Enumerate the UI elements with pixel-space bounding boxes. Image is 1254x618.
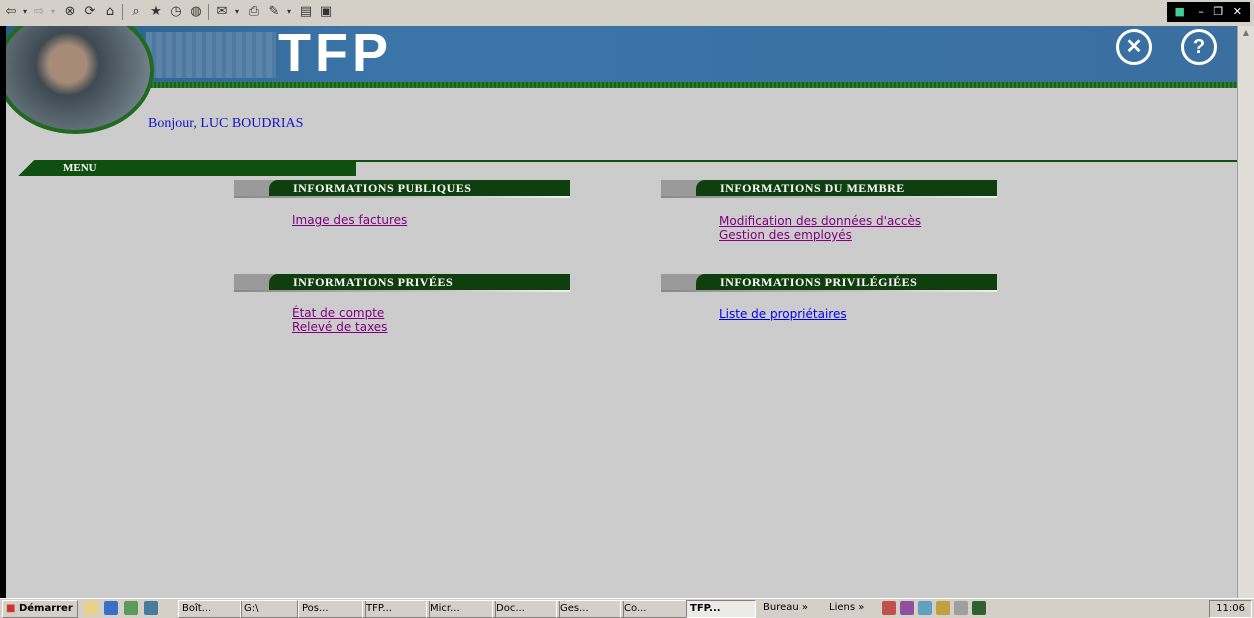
task-button[interactable]: Co...	[620, 600, 688, 618]
section-header-privees: INFORMATIONS PRIVÉES	[234, 274, 570, 292]
browser-toolbar: ⇦ ▾ ⇨ ▾ ⊗ ⟳ ⌂ ⌕ ★ ◷ ◍ ✉ ▾ ⎙ ✎ ▾ ▤ ▣ ■ – …	[0, 0, 1254, 27]
greeting-text: Bonjour, LUC BOUDRIAS	[148, 116, 304, 131]
forward-icon[interactable]: ⇨	[32, 3, 46, 21]
section-underline	[234, 196, 570, 198]
menu-label: MENU	[63, 162, 97, 174]
mail-dropdown-icon[interactable]: ▾	[232, 3, 242, 21]
tray-icon[interactable]	[882, 601, 896, 615]
vertical-scrollbar[interactable]: ▲	[1237, 26, 1254, 598]
clock: 11:06	[1209, 600, 1252, 618]
volume-icon[interactable]	[936, 601, 950, 615]
favorites-icon[interactable]: ★	[148, 3, 164, 21]
link-gestion-employes[interactable]: Gestion des employés	[719, 228, 852, 242]
task-button[interactable]: Ges...	[556, 600, 624, 618]
bureau-toolbar[interactable]: Bureau »	[760, 600, 824, 616]
task-button[interactable]: G:\	[240, 600, 298, 618]
building-graphic	[146, 32, 276, 78]
page-content: TFP ✕ ? Bonjour, LUC BOUDRIAS MENU INFOR…	[6, 26, 1238, 598]
header-banner: TFP ✕ ?	[6, 26, 1238, 83]
edit-icon[interactable]: ✎	[266, 3, 282, 21]
section-underline	[234, 290, 570, 292]
start-button[interactable]: ■ Démarrer	[2, 600, 78, 618]
close-icon[interactable]: ✕	[1116, 29, 1152, 65]
mail-icon[interactable]: ✉	[214, 3, 230, 21]
windows-flag-icon: ■	[6, 603, 16, 614]
print-icon[interactable]: ⎙	[246, 3, 262, 21]
taskbar: ■ Démarrer Boît... G:\ Pos... TFP... Mic…	[0, 598, 1254, 618]
task-button[interactable]: TFP...	[362, 600, 430, 618]
section-title: INFORMATIONS DU MEMBRE	[720, 181, 905, 195]
refresh-icon[interactable]: ⟳	[82, 3, 98, 21]
section-underline	[661, 290, 997, 292]
forward-dropdown-icon[interactable]: ▾	[48, 3, 58, 21]
section-header-membre: INFORMATIONS DU MEMBRE	[661, 180, 997, 198]
back-icon[interactable]: ⇦	[4, 3, 18, 21]
link-releve-taxes[interactable]: Relevé de taxes	[292, 320, 387, 334]
section-header-publiques: INFORMATIONS PUBLIQUES	[234, 180, 570, 198]
menu-tab-notch	[6, 160, 46, 176]
link-modification-acces[interactable]: Modification des données d'accès	[719, 214, 921, 228]
task-button-active[interactable]: TFP...	[686, 600, 756, 618]
section-header-privilegiees: INFORMATIONS PRIVILÉGIÉES	[661, 274, 997, 292]
windows-logo-icon: ■	[1174, 5, 1185, 18]
section-header-bar: INFORMATIONS PUBLIQUES	[269, 180, 570, 196]
section-title: INFORMATIONS PRIVÉES	[293, 275, 454, 289]
network-icon[interactable]	[972, 601, 986, 615]
menu-tab: MENU	[6, 160, 356, 176]
section-header-bar: INFORMATIONS PRIVILÉGIÉES	[696, 274, 997, 290]
close-window-icon[interactable]: ✕	[1233, 5, 1242, 18]
discuss-icon[interactable]: ▤	[298, 3, 314, 21]
user-photo	[6, 26, 154, 134]
liens-toolbar[interactable]: Liens »	[826, 600, 880, 616]
task-button[interactable]: Doc...	[492, 600, 560, 618]
link-etat-compte[interactable]: État de compte	[292, 306, 384, 320]
link-image-factures[interactable]: Image des factures	[292, 213, 407, 227]
restore-icon[interactable]: ❐	[1213, 5, 1223, 18]
section-title: INFORMATIONS PRIVILÉGIÉES	[720, 275, 918, 289]
task-button[interactable]: Micr...	[426, 600, 496, 618]
section-title: INFORMATIONS PUBLIQUES	[293, 181, 472, 195]
task-button[interactable]: Pos...	[298, 600, 366, 618]
back-dropdown-icon[interactable]: ▾	[20, 3, 30, 21]
channels-icon[interactable]: ◍	[188, 3, 204, 21]
edit-dropdown-icon[interactable]: ▾	[284, 3, 294, 21]
task-button[interactable]: Boît...	[178, 600, 242, 618]
window-controls: ■ – ❐ ✕	[1166, 2, 1250, 22]
help-icon[interactable]: ?	[1181, 29, 1217, 65]
ie-icon[interactable]	[104, 601, 118, 615]
section-header-bar: INFORMATIONS DU MEMBRE	[696, 180, 997, 196]
tray-icon[interactable]	[918, 601, 932, 615]
start-label: Démarrer	[18, 603, 73, 614]
channels-quicklaunch-icon[interactable]	[144, 601, 158, 615]
tray-icon[interactable]	[900, 601, 914, 615]
minimize-icon[interactable]: –	[1198, 5, 1204, 18]
section-underline	[661, 196, 997, 198]
show-desktop-icon[interactable]	[84, 601, 98, 615]
brand-logo: TFP	[278, 26, 392, 83]
tray-icon[interactable]	[954, 601, 968, 615]
header-divider	[6, 82, 1238, 88]
outlook-icon[interactable]	[124, 601, 138, 615]
messenger-icon[interactable]: ▣	[318, 3, 334, 21]
home-icon[interactable]: ⌂	[102, 3, 118, 21]
search-icon[interactable]: ⌕	[128, 3, 144, 21]
scroll-up-icon[interactable]: ▲	[1239, 26, 1253, 40]
stop-icon[interactable]: ⊗	[62, 3, 78, 21]
link-liste-proprietaires[interactable]: Liste de propriétaires	[719, 307, 847, 321]
history-icon[interactable]: ◷	[168, 3, 184, 21]
section-header-bar: INFORMATIONS PRIVÉES	[269, 274, 570, 290]
